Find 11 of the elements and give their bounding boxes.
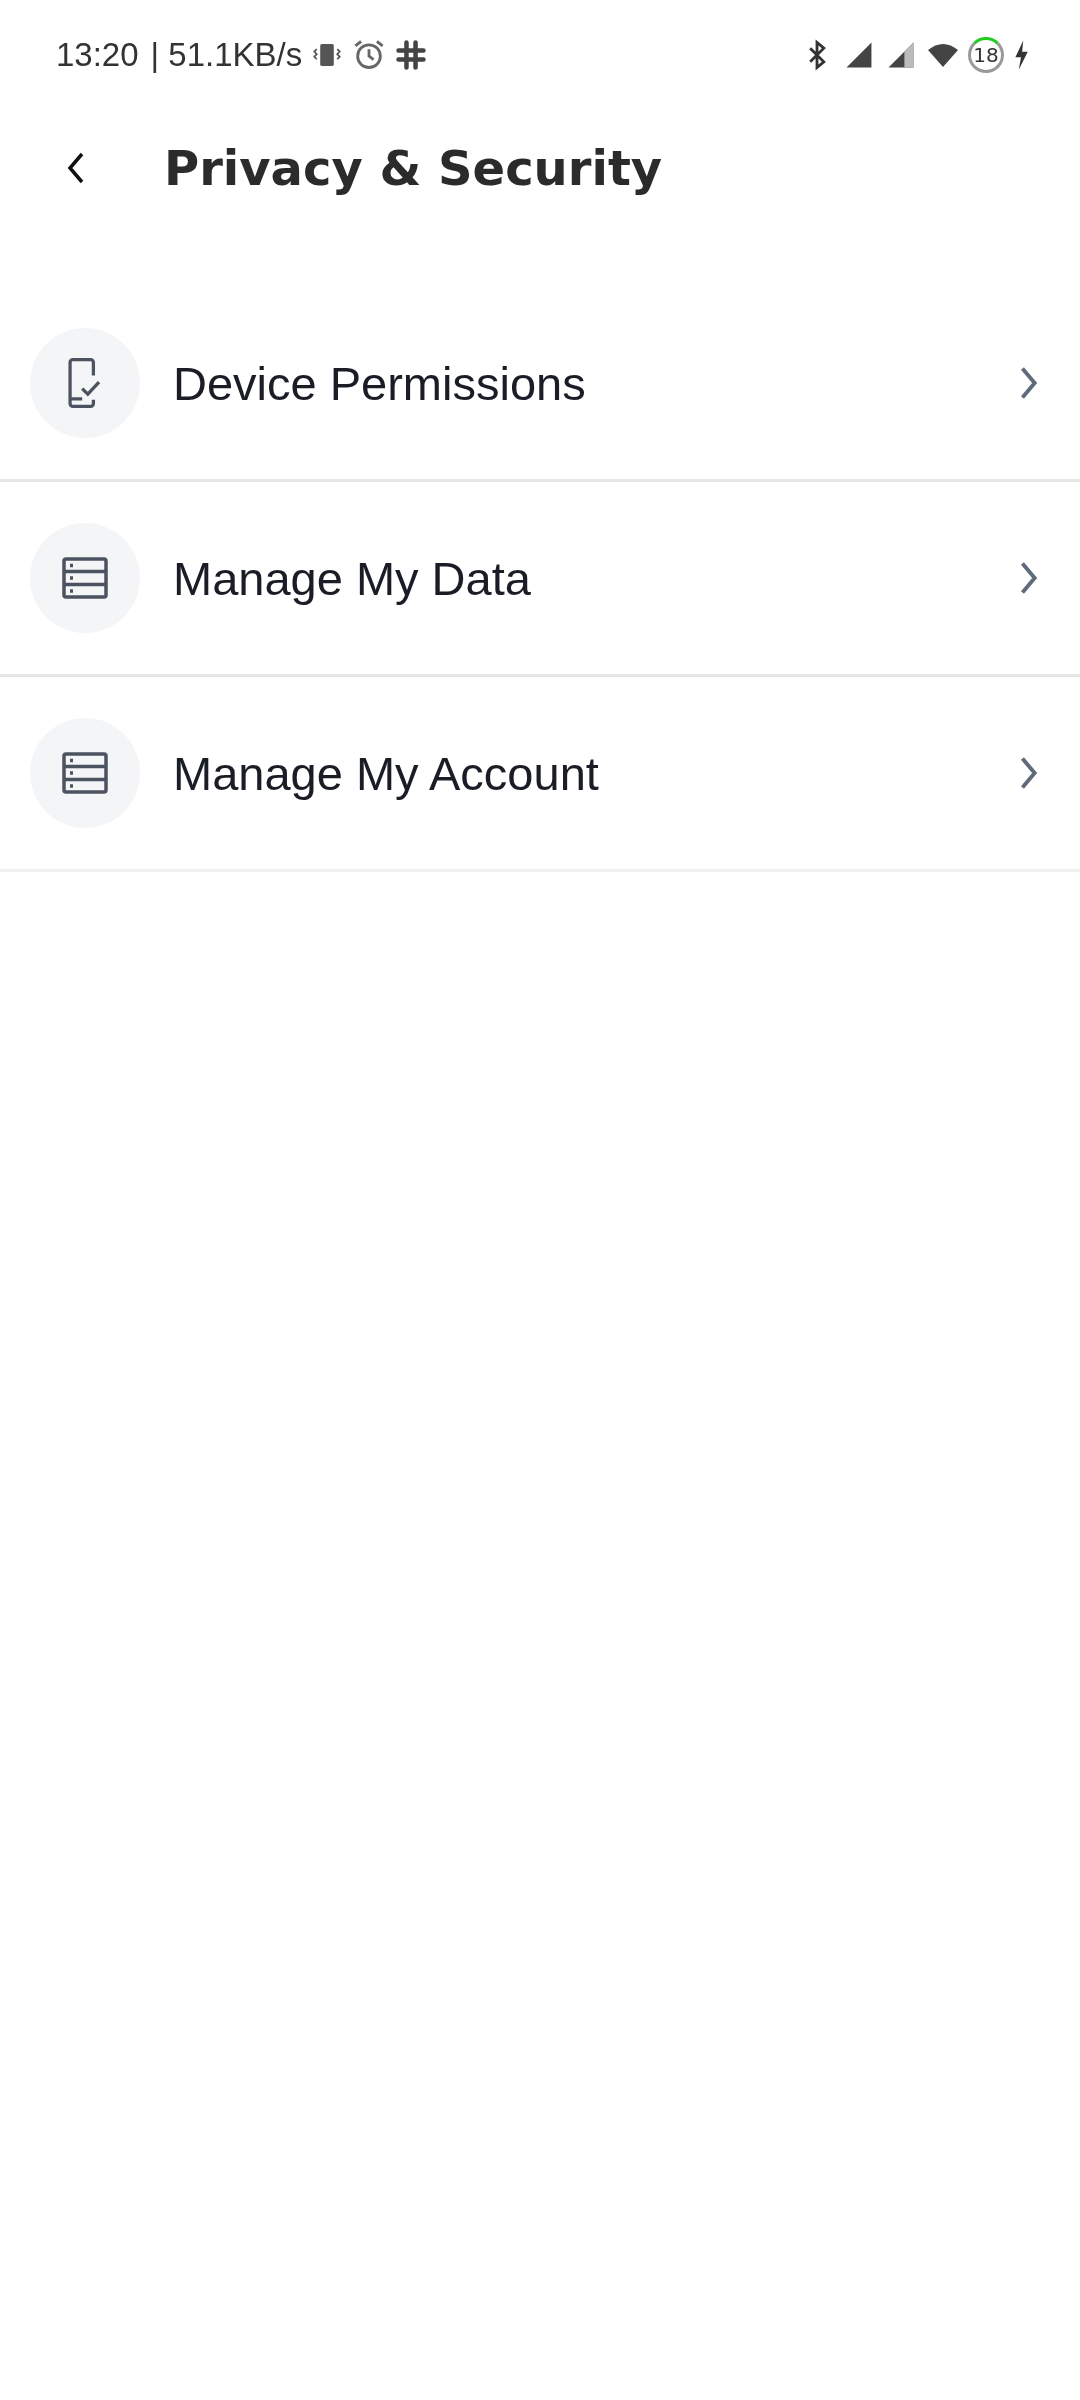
settings-item[interactable]: Manage My Data	[0, 482, 1080, 677]
item-label: Manage My Account	[173, 745, 600, 801]
settings-item[interactable]: Device Permissions	[0, 287, 1080, 482]
hash-icon	[394, 38, 429, 72]
status-time: 13:20	[56, 36, 139, 74]
settings-item[interactable]: Manage My Account	[0, 677, 1080, 872]
network-speed: | 51.1KB/s	[150, 36, 303, 74]
item-label: Manage My Data	[173, 550, 532, 606]
battery-level: 18	[968, 37, 1004, 73]
page-title: Privacy & Security	[164, 139, 663, 196]
item-label: Device Permissions	[173, 355, 587, 411]
